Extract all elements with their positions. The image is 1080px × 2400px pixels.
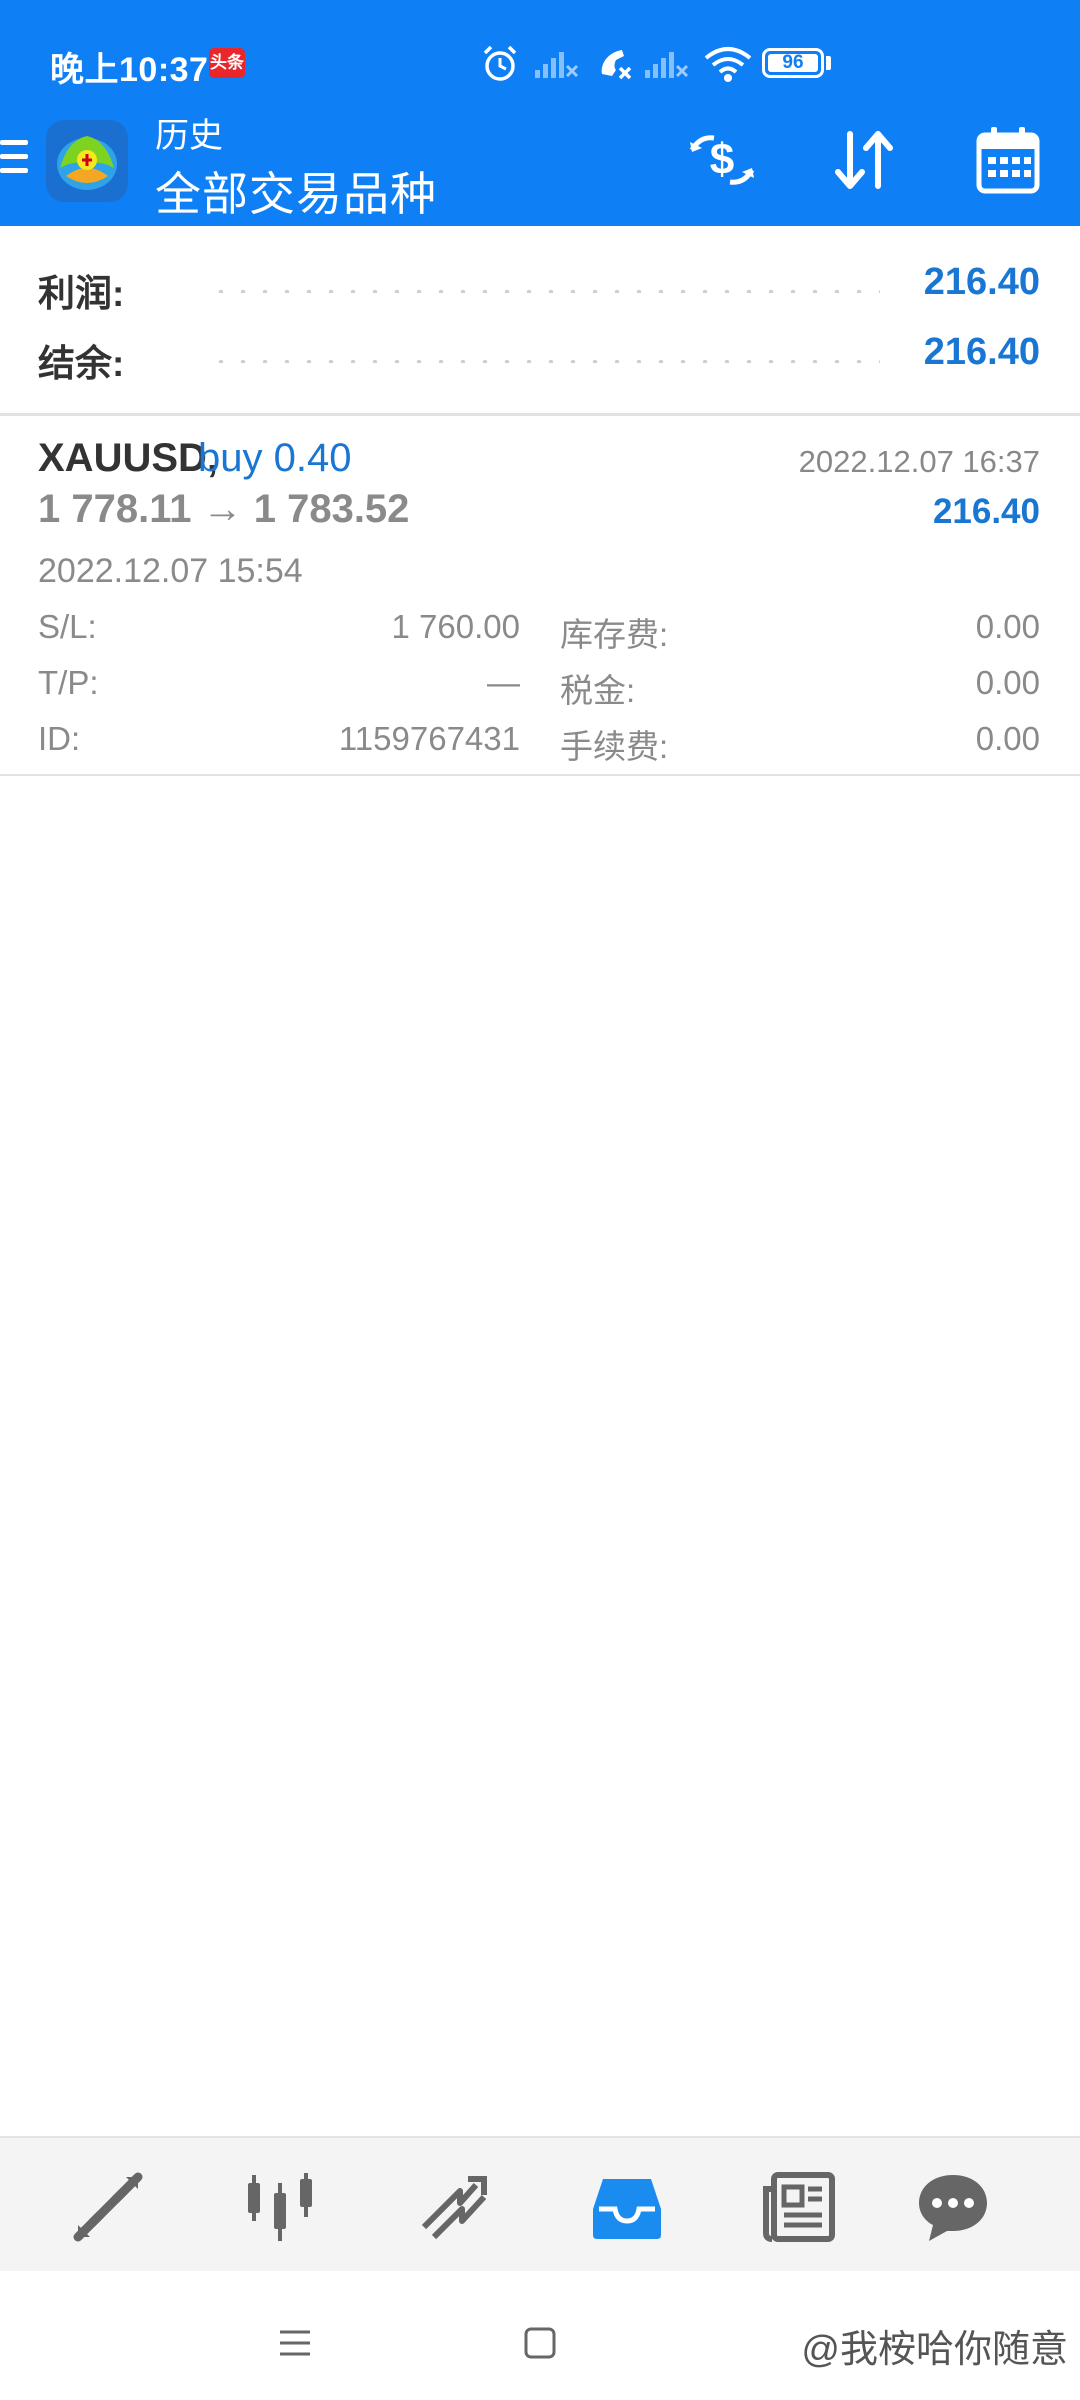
commission-value: 0.00: [975, 720, 1040, 757]
swap-label: 库存费:: [560, 616, 669, 653]
svg-text:$: $: [710, 135, 734, 184]
profit-row: 利润: 216.40: [0, 253, 1080, 323]
news-icon[interactable]: [755, 2162, 845, 2252]
tp-label: T/P:: [38, 664, 99, 701]
battery-level: 96: [782, 52, 804, 73]
watermark-text: @我桉哈你随意: [801, 2329, 1068, 2371]
balance-label: 结余:: [38, 343, 125, 384]
page-title[interactable]: 全部交易品种: [155, 158, 437, 224]
tax-label: 税金:: [560, 672, 636, 709]
id-value: 1159767431: [338, 720, 520, 757]
tax-value: 0.00: [975, 664, 1040, 701]
recents-icon[interactable]: [270, 2318, 320, 2368]
alarm-icon: [478, 38, 522, 90]
deal-type: buy 0.40: [198, 436, 352, 480]
app-logo: [46, 120, 128, 202]
battery-icon: 96: [762, 48, 824, 78]
tp-value: —: [487, 664, 520, 701]
sl-value: 1 760.00: [391, 608, 520, 645]
quotes-icon[interactable]: [63, 2162, 153, 2252]
deal-open-time: 2022.12.07 15:54: [38, 552, 303, 590]
deal-close-time: 2022.12.07 16:37: [798, 444, 1040, 479]
signal-icon: [642, 38, 690, 90]
commission-label: 手续费:: [560, 728, 669, 765]
history-icon[interactable]: [582, 2162, 672, 2252]
profit-value: 216.40: [923, 261, 1040, 303]
menu-icon[interactable]: [0, 140, 28, 184]
deal-profit: 216.40: [932, 492, 1040, 531]
profit-label: 利润:: [38, 273, 125, 314]
deal-divider: [0, 774, 1080, 776]
id-label: ID:: [38, 720, 81, 757]
swap-value: 0.00: [975, 608, 1040, 645]
dotted-leader: [210, 359, 880, 363]
chart-icon[interactable]: [235, 2162, 325, 2252]
signal-icon: [532, 38, 580, 90]
home-icon[interactable]: [515, 2318, 565, 2368]
notification-badge: 头条: [209, 48, 245, 78]
messages-icon[interactable]: [908, 2162, 998, 2252]
sl-label: S/L:: [38, 608, 97, 645]
battery-tip: [826, 56, 831, 70]
dotted-leader: [210, 289, 880, 293]
page-subtitle: 历史: [155, 117, 223, 155]
call-missed-icon: [592, 38, 636, 90]
currency-exchange-icon[interactable]: $: [680, 118, 764, 202]
deal-symbol: XAUUSD,: [38, 436, 219, 480]
balance-value: 216.40: [923, 331, 1040, 373]
calendar-icon[interactable]: [966, 118, 1050, 202]
status-time: 晚上10:37: [50, 51, 209, 89]
wifi-icon: [702, 38, 754, 90]
deal-prices: 1 778.11 → 1 783.52: [38, 487, 410, 531]
balance-row: 结余: 216.40: [0, 323, 1080, 393]
trade-icon[interactable]: [409, 2162, 499, 2252]
sort-icon[interactable]: [822, 118, 906, 202]
